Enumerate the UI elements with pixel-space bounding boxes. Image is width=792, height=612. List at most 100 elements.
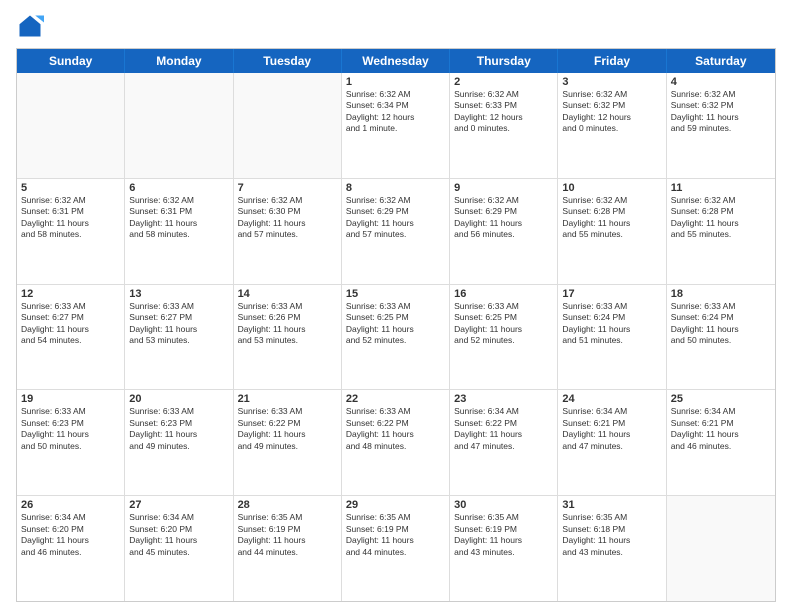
calendar-cell: 14Sunrise: 6:33 AM Sunset: 6:26 PM Dayli… <box>234 285 342 390</box>
calendar-cell: 24Sunrise: 6:34 AM Sunset: 6:21 PM Dayli… <box>558 390 666 495</box>
calendar-cell: 12Sunrise: 6:33 AM Sunset: 6:27 PM Dayli… <box>17 285 125 390</box>
day-number: 5 <box>21 182 120 194</box>
day-number: 16 <box>454 288 553 300</box>
day-info: Sunrise: 6:33 AM Sunset: 6:24 PM Dayligh… <box>562 301 661 347</box>
calendar-cell <box>234 73 342 178</box>
day-number: 2 <box>454 76 553 88</box>
calendar-cell: 3Sunrise: 6:32 AM Sunset: 6:32 PM Daylig… <box>558 73 666 178</box>
calendar-row-2: 5Sunrise: 6:32 AM Sunset: 6:31 PM Daylig… <box>17 179 775 285</box>
calendar-cell: 17Sunrise: 6:33 AM Sunset: 6:24 PM Dayli… <box>558 285 666 390</box>
calendar-cell: 27Sunrise: 6:34 AM Sunset: 6:20 PM Dayli… <box>125 496 233 601</box>
day-number: 23 <box>454 393 553 405</box>
day-number: 17 <box>562 288 661 300</box>
day-info: Sunrise: 6:32 AM Sunset: 6:29 PM Dayligh… <box>454 195 553 241</box>
day-number: 24 <box>562 393 661 405</box>
day-number: 30 <box>454 499 553 511</box>
day-number: 12 <box>21 288 120 300</box>
day-info: Sunrise: 6:34 AM Sunset: 6:21 PM Dayligh… <box>671 406 771 452</box>
day-header-saturday: Saturday <box>667 49 775 73</box>
calendar-row-3: 12Sunrise: 6:33 AM Sunset: 6:27 PM Dayli… <box>17 285 775 391</box>
calendar-cell: 29Sunrise: 6:35 AM Sunset: 6:19 PM Dayli… <box>342 496 450 601</box>
day-number: 1 <box>346 76 445 88</box>
calendar-row-4: 19 Sunrise: 6:33 AM Sunset: 6:23 PM Dayli… <box>17 390 775 496</box>
day-info: Sunrise: 6:35 AM Sunset: 6:19 PM Dayligh… <box>454 512 553 558</box>
calendar-cell: 22Sunrise: 6:33 AM Sunset: 6:22 PM Dayli… <box>342 390 450 495</box>
calendar-cell <box>667 496 775 601</box>
calendar-row-5: 26Sunrise: 6:34 AM Sunset: 6:20 PM Dayli… <box>17 496 775 601</box>
calendar-cell: 11Sunrise: 6:32 AM Sunset: 6:28 PM Dayli… <box>667 179 775 284</box>
day-info: Sunrise: 6:32 AM Sunset: 6:34 PM Dayligh… <box>346 89 445 135</box>
calendar-cell: 15Sunrise: 6:33 AM Sunset: 6:25 PM Dayli… <box>342 285 450 390</box>
day-info: Sunrise: 6:32 AM Sunset: 6:31 PM Dayligh… <box>21 195 120 241</box>
calendar-cell: 10Sunrise: 6:32 AM Sunset: 6:28 PM Dayli… <box>558 179 666 284</box>
calendar-header: SundayMondayTuesdayWednesdayThursdayFrid… <box>17 49 775 73</box>
calendar-cell: 20Sunrise: 6:33 AM Sunset: 6:23 PM Dayli… <box>125 390 233 495</box>
day-info: Sunrise: 6:32 AM Sunset: 6:31 PM Dayligh… <box>129 195 228 241</box>
day-header-friday: Friday <box>558 49 666 73</box>
logo-icon <box>16 12 44 40</box>
calendar-body: 1Sunrise: 6:32 AM Sunset: 6:34 PM Daylig… <box>17 73 775 601</box>
day-number: 15 <box>346 288 445 300</box>
calendar-cell: 13Sunrise: 6:33 AM Sunset: 6:27 PM Dayli… <box>125 285 233 390</box>
calendar-cell: 18Sunrise: 6:33 AM Sunset: 6:24 PM Dayli… <box>667 285 775 390</box>
day-header-monday: Monday <box>125 49 233 73</box>
day-info: Sunrise: 6:33 AM Sunset: 6:22 PM Dayligh… <box>346 406 445 452</box>
day-number: 20 <box>129 393 228 405</box>
day-info: Sunrise: 6:32 AM Sunset: 6:29 PM Dayligh… <box>346 195 445 241</box>
day-number: 10 <box>562 182 661 194</box>
day-number: 4 <box>671 76 771 88</box>
day-info: Sunrise: 6:32 AM Sunset: 6:30 PM Dayligh… <box>238 195 337 241</box>
day-info: Sunrise: 6:33 AM Sunset: 6:25 PM Dayligh… <box>346 301 445 347</box>
calendar-row-1: 1Sunrise: 6:32 AM Sunset: 6:34 PM Daylig… <box>17 73 775 179</box>
day-number: 29 <box>346 499 445 511</box>
day-info: Sunrise: 6:33 AM Sunset: 6:22 PM Dayligh… <box>238 406 337 452</box>
day-number: 31 <box>562 499 661 511</box>
day-header-sunday: Sunday <box>17 49 125 73</box>
calendar-cell: 9Sunrise: 6:32 AM Sunset: 6:29 PM Daylig… <box>450 179 558 284</box>
calendar-cell: 8Sunrise: 6:32 AM Sunset: 6:29 PM Daylig… <box>342 179 450 284</box>
day-info: Sunrise: 6:33 AM Sunset: 6:26 PM Dayligh… <box>238 301 337 347</box>
day-info: Sunrise: 6:32 AM Sunset: 6:28 PM Dayligh… <box>671 195 771 241</box>
day-number: 7 <box>238 182 337 194</box>
calendar-cell: 21Sunrise: 6:33 AM Sunset: 6:22 PM Dayli… <box>234 390 342 495</box>
calendar-cell: 28Sunrise: 6:35 AM Sunset: 6:19 PM Dayli… <box>234 496 342 601</box>
day-number: 11 <box>671 182 771 194</box>
calendar-cell: 7Sunrise: 6:32 AM Sunset: 6:30 PM Daylig… <box>234 179 342 284</box>
day-info: Sunrise: 6:34 AM Sunset: 6:20 PM Dayligh… <box>129 512 228 558</box>
calendar-cell: 25Sunrise: 6:34 AM Sunset: 6:21 PM Dayli… <box>667 390 775 495</box>
day-number: 26 <box>21 499 120 511</box>
day-number: 13 <box>129 288 228 300</box>
day-number: 28 <box>238 499 337 511</box>
day-number: 21 <box>238 393 337 405</box>
calendar-cell: 30Sunrise: 6:35 AM Sunset: 6:19 PM Dayli… <box>450 496 558 601</box>
day-info: Sunrise: 6:32 AM Sunset: 6:33 PM Dayligh… <box>454 89 553 135</box>
header <box>16 12 776 40</box>
day-info: Sunrise: 6:33 AM Sunset: 6:25 PM Dayligh… <box>454 301 553 347</box>
day-number: 9 <box>454 182 553 194</box>
day-header-wednesday: Wednesday <box>342 49 450 73</box>
day-info: Sunrise: 6:32 AM Sunset: 6:32 PM Dayligh… <box>562 89 661 135</box>
day-info: Sunrise: 6:34 AM Sunset: 6:21 PM Dayligh… <box>562 406 661 452</box>
calendar-cell: 26Sunrise: 6:34 AM Sunset: 6:20 PM Dayli… <box>17 496 125 601</box>
day-number: 8 <box>346 182 445 194</box>
day-info: Sunrise: 6:33 AM Sunset: 6:23 PM Dayligh… <box>129 406 228 452</box>
day-header-thursday: Thursday <box>450 49 558 73</box>
day-info: Sunrise: 6:35 AM Sunset: 6:19 PM Dayligh… <box>238 512 337 558</box>
day-info: Sunrise: 6:33 AM Sunset: 6:27 PM Dayligh… <box>21 301 120 347</box>
day-number: 25 <box>671 393 771 405</box>
calendar-cell <box>125 73 233 178</box>
day-header-tuesday: Tuesday <box>234 49 342 73</box>
day-info: Sunrise: 6:32 AM Sunset: 6:32 PM Dayligh… <box>671 89 771 135</box>
day-number: 6 <box>129 182 228 194</box>
day-info: Sunrise: 6:35 AM Sunset: 6:18 PM Dayligh… <box>562 512 661 558</box>
day-number: 18 <box>671 288 771 300</box>
calendar-cell: 6Sunrise: 6:32 AM Sunset: 6:31 PM Daylig… <box>125 179 233 284</box>
day-number: 14 <box>238 288 337 300</box>
day-number: 19 <box>21 393 120 405</box>
day-info: Sunrise: 6:34 AM Sunset: 6:22 PM Dayligh… <box>454 406 553 452</box>
page: SundayMondayTuesdayWednesdayThursdayFrid… <box>0 0 792 612</box>
calendar-cell: 2Sunrise: 6:32 AM Sunset: 6:33 PM Daylig… <box>450 73 558 178</box>
day-info: Sunrise: 6:34 AM Sunset: 6:20 PM Dayligh… <box>21 512 120 558</box>
calendar-cell: 4Sunrise: 6:32 AM Sunset: 6:32 PM Daylig… <box>667 73 775 178</box>
calendar-cell <box>17 73 125 178</box>
